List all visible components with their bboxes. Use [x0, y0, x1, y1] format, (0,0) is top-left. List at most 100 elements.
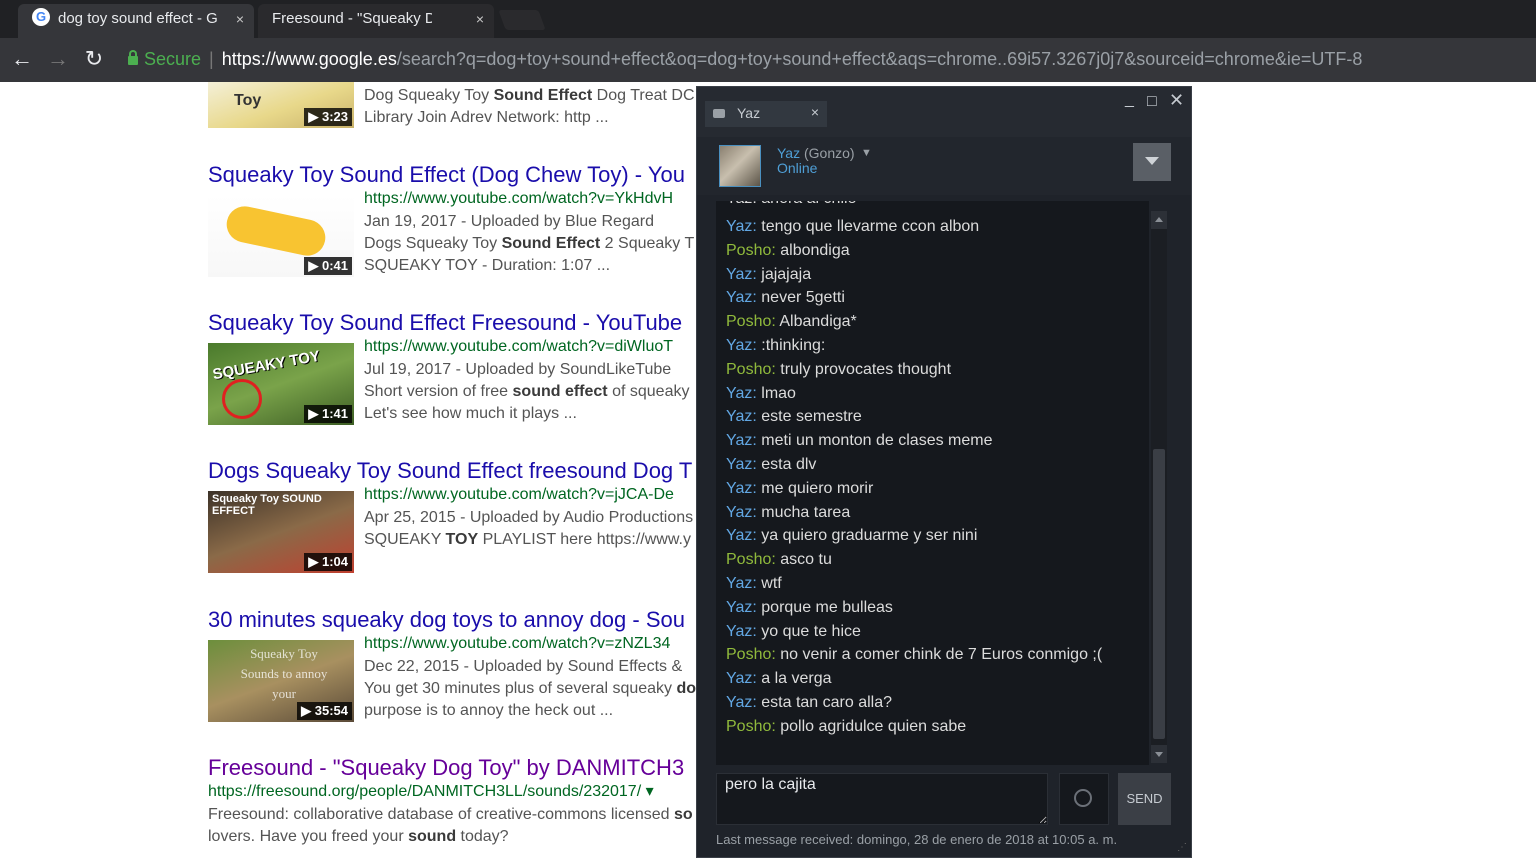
- chat-message: Yaz: esta tan caro alla?: [726, 693, 892, 713]
- chat-message: Posho: pollo agridulce quien sabe: [726, 717, 966, 737]
- video-duration: ▶ 1:04: [304, 553, 352, 571]
- chat-message: Yaz: porque me bulleas: [726, 598, 893, 618]
- message-text: a la verga: [756, 670, 832, 688]
- result-snippet: You get 30 minutes plus of several squea…: [364, 680, 697, 697]
- tab-title: Freesound - "Squeaky Do: [272, 10, 432, 27]
- chevron-down-icon[interactable]: ▼: [861, 147, 872, 159]
- chat-titlebar[interactable]: Yaz × _ □ ✕: [697, 87, 1191, 137]
- result-title-link[interactable]: Squeaky Toy Sound Effect (Dog Chew Toy) …: [208, 162, 685, 188]
- result-snippet: lovers. Have you freed your sound today?: [208, 828, 509, 845]
- message-sender: Posho:: [726, 241, 776, 259]
- chat-options-dropdown-button[interactable]: [1133, 143, 1171, 181]
- close-icon[interactable]: ✕: [1169, 90, 1184, 111]
- result-url[interactable]: https://www.youtube.com/watch?v=diWluoT: [364, 337, 673, 357]
- chat-tab-close-icon[interactable]: ×: [811, 104, 819, 120]
- new-tab-button[interactable]: [498, 10, 546, 30]
- chat-message-partial: Yaz: ahora al chile: [726, 201, 856, 209]
- chat-bubble-icon: [713, 109, 725, 118]
- friend-name[interactable]: Yaz (Gonzo): [777, 145, 855, 161]
- message-text: jajajaja: [756, 265, 812, 283]
- address-bar[interactable]: Secure | https://www.google.es/search?q=do…: [116, 44, 1528, 74]
- message-text: mucha tarea: [756, 503, 851, 521]
- message-sender: Yaz:: [726, 384, 757, 402]
- message-sender: Yaz:: [726, 575, 757, 592]
- tab-strip: Gdog toy sound effect - G × Freesound - …: [0, 0, 1536, 38]
- message-text: no venir a comer chink de 7 Euros conmig…: [775, 646, 1103, 664]
- chat-message: Yaz: me quiero morir: [726, 479, 873, 499]
- result-meta: Dec 22, 2015 - Uploaded by Sound Effects…: [364, 658, 683, 675]
- chat-message: Posho: no venir a comer chink de 7 Euros…: [726, 645, 1102, 665]
- result-snippet: purpose is to annoy the heck out ...: [364, 702, 614, 719]
- google-logo-icon: G: [32, 8, 50, 27]
- chat-message: Yaz: wtf: [726, 574, 782, 594]
- tab-close-icon[interactable]: ×: [236, 4, 244, 34]
- thumbnail-text: Squeaky Toy Sounds to annoy your: [240, 646, 328, 701]
- maximize-icon[interactable]: □: [1147, 93, 1157, 111]
- message-sender: Yaz:: [726, 337, 757, 354]
- video-thumbnail[interactable]: ▶ 0:41: [208, 195, 354, 277]
- forward-arrow-icon[interactable]: →: [44, 46, 72, 74]
- result-title-link[interactable]: 30 minutes squeaky dog toys to annoy dog…: [208, 607, 685, 633]
- chat-message: Yaz: meti un monton de clases meme: [726, 431, 993, 451]
- message-sender: Yaz:: [726, 479, 757, 497]
- message-text: yo que te hice: [756, 622, 861, 640]
- friend-header: Yaz (Gonzo) ▼ Online: [697, 137, 1191, 195]
- result-snippet: Let's see how much it plays ...: [364, 405, 577, 422]
- avatar[interactable]: [719, 145, 761, 187]
- resize-grip-icon[interactable]: ⋰: [1177, 843, 1187, 853]
- message-sender: Yaz:: [726, 622, 757, 640]
- chat-message: Yaz: jajajaja: [726, 265, 811, 285]
- message-sender: Posho:: [726, 551, 776, 569]
- video-duration: ▶ 3:23: [304, 108, 352, 126]
- last-message-timestamp: Last message received: domingo, 28 de en…: [716, 832, 1118, 847]
- result-url[interactable]: https://www.youtube.com/watch?v=zNZL34: [364, 634, 670, 654]
- video-duration: ▶ 35:54: [297, 702, 352, 720]
- result-title-link[interactable]: Squeaky Toy Sound Effect Freesound - You…: [208, 310, 682, 336]
- minimize-icon[interactable]: _: [1125, 91, 1134, 109]
- message-text: Albandiga*: [775, 313, 857, 331]
- browser-toolbar: ← → ↻ Secure | https://www.google.es/searc…: [0, 38, 1536, 82]
- chat-message: Yaz: :thinking:: [726, 336, 825, 356]
- message-text: ya quiero graduarme y ser nini: [756, 527, 978, 545]
- send-button[interactable]: SEND: [1118, 773, 1171, 825]
- chat-message: Yaz: esta dlv: [726, 455, 816, 475]
- bone-toy-image: [223, 202, 329, 260]
- video-thumbnail[interactable]: Toy ▶ 3:23: [208, 82, 354, 128]
- result-snippet: Dogs Squeaky Toy Sound Effect 2 Squeaky …: [364, 235, 695, 252]
- result-snippet: Library Join Adrev Network: http ...: [364, 109, 609, 126]
- message-sender: Posho:: [726, 360, 776, 378]
- emoticon-button[interactable]: [1059, 773, 1109, 825]
- message-text: pollo agridulce quien sabe: [775, 717, 967, 735]
- message-text: :thinking:: [756, 337, 826, 354]
- back-arrow-icon[interactable]: ←: [8, 46, 36, 74]
- result-url[interactable]: https://www.youtube.com/watch?v=jJCA-De: [364, 485, 674, 505]
- tab-freesound[interactable]: Freesound - "Squeaky Do ×: [258, 4, 494, 38]
- chat-tab-label: Yaz: [737, 105, 761, 121]
- reload-icon[interactable]: ↻: [80, 46, 108, 74]
- message-text: lmao: [756, 384, 796, 402]
- result-snippet: Short version of free sound effect of sq…: [364, 383, 690, 400]
- scrollbar-thumb[interactable]: [1153, 449, 1165, 739]
- video-thumbnail[interactable]: Squeaky Toy Sounds to annoy your ▶ 35:54: [208, 640, 354, 722]
- result-title-link[interactable]: Dogs Squeaky Toy Sound Effect freesound …: [208, 458, 692, 484]
- chat-scrollbar[interactable]: [1151, 211, 1167, 763]
- chat-message: Yaz: ya quiero graduarme y ser nini: [726, 526, 977, 546]
- tab-close-icon[interactable]: ×: [476, 4, 484, 34]
- message-sender: Yaz:: [726, 527, 757, 545]
- chat-message: Posho: albondiga: [726, 241, 850, 261]
- result-snippet: SQUEAKY TOY PLAYLIST here https://www.y: [364, 531, 691, 548]
- chat-tab-yaz[interactable]: Yaz ×: [705, 101, 827, 127]
- result-url[interactable]: https://www.youtube.com/watch?v=YkHdvH: [364, 189, 673, 209]
- scroll-down-icon[interactable]: [1151, 745, 1167, 763]
- video-thumbnail[interactable]: Squeaky Toy SOUND EFFECT ▶ 1:04: [208, 491, 354, 573]
- chat-message: Posho: truly provocates thought: [726, 360, 951, 380]
- steam-chat-window: Yaz × _ □ ✕ Yaz (Gonzo) ▼ Online Yaz: ah…: [696, 86, 1192, 858]
- video-thumbnail[interactable]: SQUEAKY TOY ▶ 1:41: [208, 343, 354, 425]
- tab-google-search[interactable]: Gdog toy sound effect - G ×: [18, 4, 254, 38]
- message-text: porque me bulleas: [756, 598, 893, 616]
- result-url[interactable]: https://freesound.org/people/DANMITCH3LL…: [208, 782, 654, 802]
- scroll-up-icon[interactable]: [1151, 211, 1167, 229]
- result-title-link[interactable]: Freesound - "Squeaky Dog Toy" by DANMITC…: [208, 755, 684, 781]
- message-sender: Yaz:: [726, 265, 757, 283]
- message-input[interactable]: pero la cajita: [716, 773, 1048, 825]
